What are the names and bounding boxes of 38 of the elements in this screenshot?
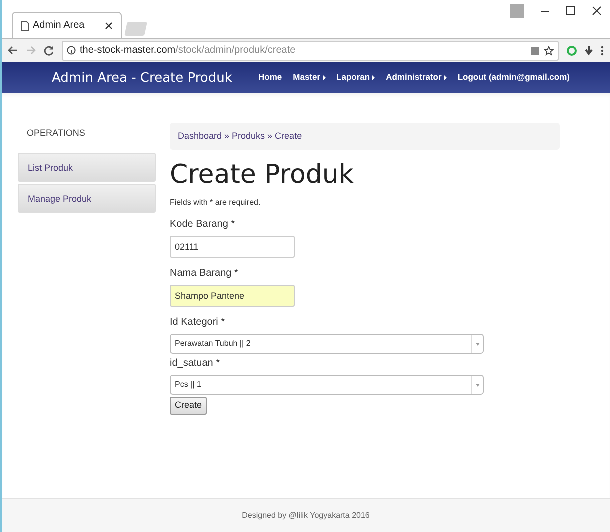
site-title: Admin Area - Create Produk: [52, 70, 232, 86]
nav-link[interactable]: Master: [293, 71, 326, 84]
browser-tab[interactable]: Admin Area: [12, 12, 122, 38]
url-text: the-stock-master.com/stock/admin/produk/create: [80, 44, 297, 58]
nav-link[interactable]: Home: [258, 71, 282, 84]
input-field[interactable]: Shampo Pantene: [170, 285, 295, 307]
input-field[interactable]: 02111: [170, 236, 295, 258]
select-field[interactable]: Perawatan Tubuh || 2: [170, 334, 484, 354]
reload-icon[interactable]: [44, 46, 54, 56]
field-label: Nama Barang *: [170, 267, 240, 281]
address-bar[interactable]: the-stock-master.com/stock/admin/produk/create: [62, 40, 559, 60]
dropdown-arrow-icon: [476, 384, 480, 386]
field-label: Kode Barang *: [170, 218, 236, 232]
nav-link[interactable]: Laporan: [336, 71, 376, 84]
create-button[interactable]: Create: [170, 397, 208, 415]
back-icon[interactable]: [8, 46, 18, 55]
sidebar-heading: OPERATIONS: [26, 127, 86, 140]
breadcrumb[interactable]: Dashboard » Produks » Create: [178, 130, 302, 144]
menu-icon[interactable]: [601, 46, 604, 56]
sidebar-item[interactable]: List Produk: [18, 152, 156, 182]
footer-text: Designed by @lilik Yogyakarta 2016: [242, 510, 370, 522]
select-field[interactable]: Pcs || 1: [170, 375, 484, 395]
dropdown-arrow-icon: [476, 342, 480, 346]
sidebar-item[interactable]: Manage Produk: [18, 184, 156, 212]
info-icon: [67, 46, 76, 55]
extension-icon[interactable]: [585, 46, 593, 56]
nav-link[interactable]: Administrator: [386, 71, 447, 84]
field-label: id_satuan *: [170, 357, 222, 371]
page-icon: [21, 20, 29, 30]
field-label: Id Kategori *: [170, 316, 226, 330]
close-icon[interactable]: [592, 6, 602, 16]
maximize-icon[interactable]: [566, 6, 576, 16]
close-icon[interactable]: [105, 22, 113, 30]
page-title: Create Produk: [170, 159, 355, 191]
required-note: Fields with * are required.: [170, 197, 262, 209]
tab-title: Admin Area: [33, 19, 86, 33]
star-icon[interactable]: [544, 46, 554, 56]
nav-link[interactable]: Logout (admin@gmail.com): [458, 71, 570, 84]
